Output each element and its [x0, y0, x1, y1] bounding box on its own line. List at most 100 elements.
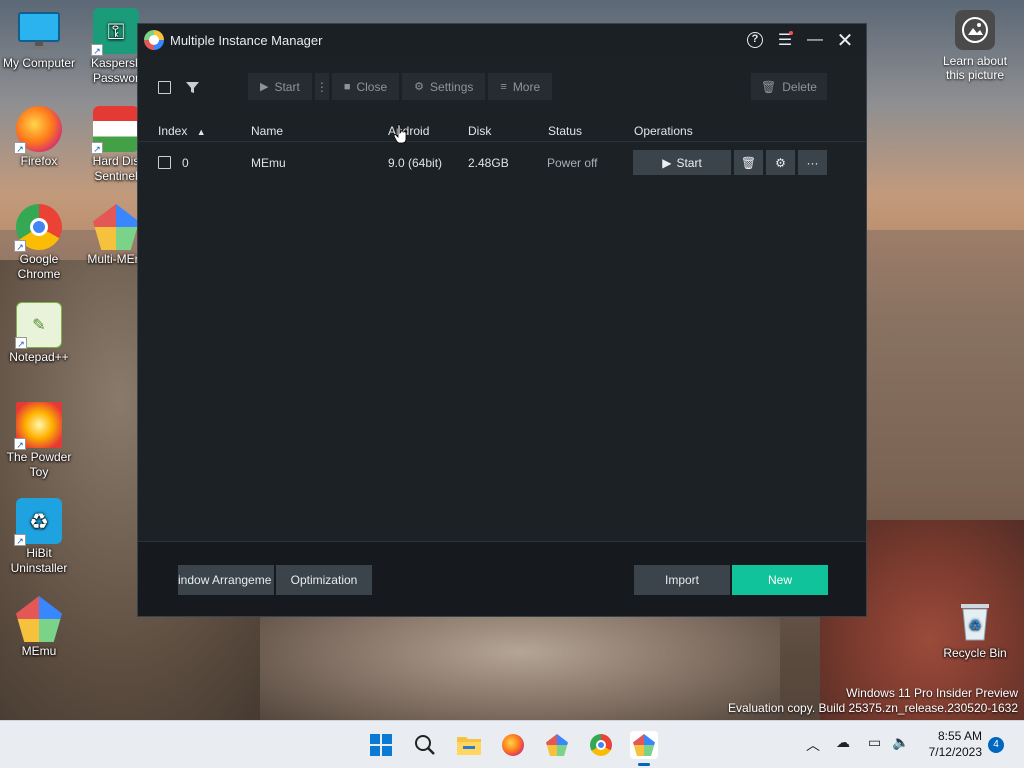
desktop-icon-label: Google Chrome: [17, 252, 61, 281]
table-row[interactable]: 0 MEmu 9.0 (64bit) 2.48GB Power off ▶ Sta…: [138, 148, 866, 178]
list-icon: ≡: [500, 80, 507, 93]
desktop-icon-label: Notepad++: [9, 350, 69, 364]
desktop-icon-firefox[interactable]: ↗ Firefox: [1, 106, 77, 169]
memu-icon: [633, 734, 655, 756]
search-button[interactable]: [411, 731, 439, 759]
column-index[interactable]: Index ▲: [158, 124, 206, 138]
notification-badge[interactable]: 4: [988, 737, 1004, 753]
taskbar: ︿ ☁ ▭ 🔈 8:55 AM 7/12/2023 4: [0, 720, 1024, 768]
memu-logo-icon: [144, 30, 164, 50]
start-all-button[interactable]: ▶ Start: [248, 73, 312, 100]
settings-button[interactable]: ⚙ Settings: [402, 73, 486, 100]
row-checkbox[interactable]: [158, 156, 171, 169]
start-label: Start: [274, 79, 300, 94]
menu-button[interactable]: ☰: [770, 25, 800, 55]
clock-date: 7/12/2023: [928, 745, 982, 759]
new-instance-button[interactable]: New: [732, 565, 828, 595]
help-icon: ?: [747, 32, 763, 48]
toolbar-actions: ▶ Start ⋮ ■ Close ⚙ Settings ≡ More: [248, 73, 555, 100]
row-name: MEmu: [251, 156, 286, 170]
file-explorer-button[interactable]: [455, 731, 483, 759]
folder-icon: [457, 737, 481, 755]
network-icon[interactable]: ▭: [868, 735, 881, 751]
desktop-icon-powder-toy[interactable]: ↗ The Powder Toy: [1, 402, 77, 480]
firefox-icon: [502, 734, 524, 756]
start-dropdown-button[interactable]: ⋮: [314, 73, 329, 100]
learn-about-picture[interactable]: Learn about this picture: [938, 10, 1012, 82]
start-button[interactable]: [367, 731, 395, 759]
powder-toy-icon: ↗: [14, 402, 62, 450]
desktop-icon-notepad-plus-plus[interactable]: ✎ ↗ Notepad++: [1, 302, 77, 365]
windows-icon: [370, 734, 392, 756]
desktop-icon-hibit-uninstaller[interactable]: ♻ ↗ HiBit Uninstaller: [1, 498, 77, 576]
row-settings-button[interactable]: ⚙: [766, 150, 795, 175]
row-start-button[interactable]: ▶ Start: [633, 150, 731, 175]
watermark-line-2: Evaluation copy. Build 25375.zn_release.…: [728, 701, 1018, 715]
desktop-icon-memu[interactable]: MEmu: [1, 596, 77, 659]
stop-icon: ■: [343, 80, 351, 93]
filter-icon[interactable]: [185, 80, 199, 94]
window-arrangement-button[interactable]: indow Arrangeme: [178, 565, 274, 595]
desktop-icon-my-computer[interactable]: My Computer: [1, 8, 77, 71]
minimize-icon: —: [807, 31, 823, 48]
cloud-offline-icon[interactable]: ☁: [836, 735, 850, 751]
disk-sentinel-icon: ↗: [91, 106, 139, 154]
close-instances-button[interactable]: ■ Close: [331, 73, 400, 100]
import-button[interactable]: Import: [634, 565, 730, 595]
key-icon: ⚿ ↗: [91, 8, 139, 56]
delete-button[interactable]: 🗑 Delete: [751, 73, 827, 100]
row-more-button[interactable]: ···: [798, 150, 827, 175]
delete-label: Delete: [782, 79, 817, 94]
desktop-icon-label: Recycle Bin: [943, 646, 1007, 660]
multi-memu-taskbar-button[interactable]: [543, 731, 571, 759]
table-header: Index ▲ Name Android Disk Status Operati…: [138, 120, 866, 142]
camera-icon: [955, 10, 995, 50]
title-bar[interactable]: Multiple Instance Manager ? ☰ — ✕: [138, 24, 866, 56]
firefox-icon: ↗: [14, 106, 62, 154]
row-android: 9.0 (64bit): [388, 156, 443, 170]
learn-label: Learn about this picture: [942, 54, 1008, 82]
volume-icon[interactable]: 🔈: [892, 735, 909, 751]
more-label: More: [512, 79, 541, 94]
optimization-button[interactable]: Optimization: [276, 565, 372, 595]
clock-time: 8:55 AM: [937, 729, 982, 743]
desktop-icon-label: HiBit Uninstaller: [10, 546, 68, 575]
close-button[interactable]: ✕: [830, 25, 860, 55]
multiple-instance-manager-window: Multiple Instance Manager ? ☰ — ✕ ▶ Start…: [137, 23, 867, 617]
chrome-taskbar-button[interactable]: [587, 731, 615, 759]
help-button[interactable]: ?: [740, 25, 770, 55]
settings-label: Settings: [430, 79, 474, 94]
chevron-up-icon[interactable]: ︿: [806, 735, 820, 755]
close-label: Close: [356, 79, 388, 94]
gear-icon: ⚙: [775, 155, 786, 170]
ellipsis-icon: ···: [806, 155, 819, 170]
row-start-label: Start: [676, 155, 702, 170]
row-status: Power off: [547, 156, 598, 170]
multi-memu-icon: [93, 204, 139, 250]
column-disk[interactable]: Disk: [468, 124, 491, 138]
row-delete-button[interactable]: 🗑: [734, 150, 763, 175]
column-name[interactable]: Name: [251, 124, 283, 138]
column-status[interactable]: Status: [548, 124, 582, 138]
desktop-icon-google-chrome[interactable]: ↗ Google Chrome: [1, 204, 77, 282]
footer: indow Arrangeme Optimization Import New: [138, 541, 866, 616]
play-icon: ▶: [260, 81, 269, 93]
notification-dot: [789, 31, 793, 35]
active-app-indicator: [638, 763, 650, 766]
monitor-icon: [16, 8, 62, 54]
more-button[interactable]: ≡ More: [488, 73, 553, 100]
chrome-icon: ↗: [14, 204, 62, 252]
minimize-button[interactable]: —: [800, 25, 830, 55]
close-icon: ✕: [836, 29, 854, 52]
recycle-icon: ♻ ↗: [14, 498, 62, 546]
desktop-icon-recycle-bin[interactable]: ♻ Recycle Bin: [937, 598, 1013, 661]
clock[interactable]: 8:55 AM 7/12/2023: [929, 728, 982, 760]
trash-icon: 🗑: [740, 155, 757, 170]
memu-taskbar-button[interactable]: [630, 731, 658, 759]
recycle-bin-icon: ♻: [952, 598, 998, 644]
select-all-checkbox[interactable]: [158, 80, 171, 94]
column-operations: Operations: [634, 124, 693, 138]
chrome-icon: [590, 734, 612, 756]
firefox-taskbar-button[interactable]: [499, 731, 527, 759]
play-icon: ▶: [662, 155, 672, 170]
